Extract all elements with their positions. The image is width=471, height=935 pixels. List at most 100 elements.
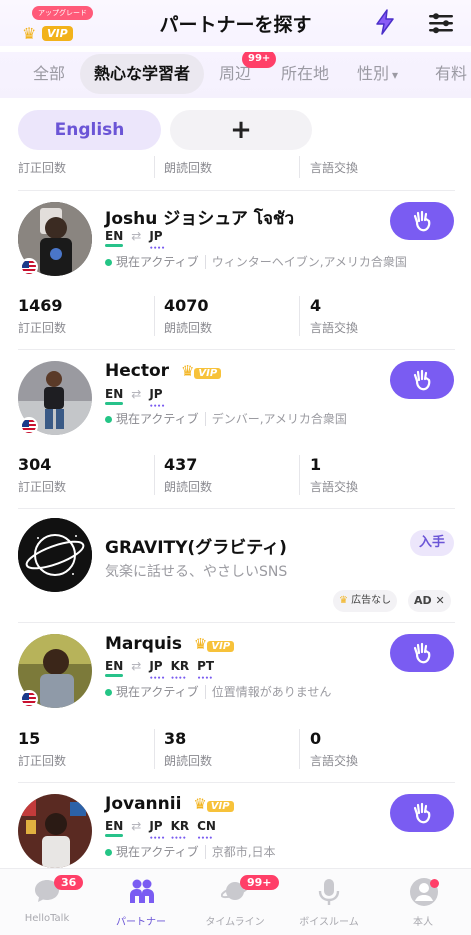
language-pair: EN ⇄ JP <box>105 387 171 410</box>
avatar[interactable] <box>18 794 92 868</box>
us-flag-icon <box>20 417 38 435</box>
partner-card[interactable]: Marquis ♛VIP EN ⇄ JP KR PT 現在アクティブ位置情報がありません… <box>0 622 471 782</box>
nav-label: ボイスルーム <box>299 917 359 928</box>
partner-name: Joshu ジョシュア โจชัว <box>105 209 295 229</box>
nearby-badge: 99+ <box>242 52 277 68</box>
language-pair: EN ⇄ JP <box>105 229 171 252</box>
active-dot-icon <box>105 259 112 266</box>
stat-label-corrections: 訂正回数 <box>18 161 67 175</box>
wave-button[interactable] <box>390 634 454 672</box>
wave-hand-icon <box>413 642 431 664</box>
exchanges-count: 1 <box>310 455 322 474</box>
learning-language: JP <box>149 659 164 682</box>
tab-paid[interactable]: 有料 <box>435 54 467 94</box>
partner-card[interactable]: Jovannii ♛VIP EN ⇄ JP KR CN 現在アクティブ京都市,日本 <box>0 782 471 868</box>
readings-count: 437 <box>164 455 198 474</box>
ad-title: GRAVITY(グラビティ) <box>105 538 287 558</box>
readings-count: 4070 <box>164 296 209 315</box>
nav-label: 本人 <box>413 917 433 928</box>
microphone-icon <box>318 879 340 905</box>
tab-location[interactable]: 所在地 <box>281 54 329 94</box>
active-dot-icon <box>105 416 112 423</box>
wave-button[interactable] <box>390 794 454 832</box>
partner-card[interactable]: Joshu ジョシュア โจชัว EN ⇄ JP 現在アクティブウィンターヘイブン… <box>0 190 471 349</box>
location-text: ウィンターヘイブン,アメリカ合衆国 <box>204 255 407 269</box>
tab-enthusiastic-learners[interactable]: 熱心な学習者 <box>80 54 205 94</box>
swap-icon: ⇄ <box>131 659 142 673</box>
chat-badge: 36 <box>54 875 84 890</box>
bottom-navigation: 36 HelloTalk パートナー 99+ タイムライン ボイスルーム 本人 <box>0 868 471 935</box>
tab-all[interactable]: 全部 <box>33 54 65 94</box>
partner-name-row: Jovannii ♛ VIP <box>105 794 234 814</box>
notification-dot <box>430 879 439 888</box>
native-language: EN <box>105 229 124 247</box>
divider <box>299 296 300 336</box>
ad-card[interactable]: GRAVITY(グラビティ) 気楽に話せる、やさしいSNS 入手 ♛ 広告なし … <box>0 508 471 622</box>
divider <box>299 729 300 769</box>
native-language: EN <box>105 659 124 677</box>
vip-badge: ♛ VIP <box>193 794 234 814</box>
ad-close-button[interactable]: AD ✕ <box>408 590 451 612</box>
tab-gender-label: 性別 <box>357 64 390 83</box>
divider <box>299 455 300 495</box>
page-title: パートナーを探す <box>159 14 312 36</box>
stat-label-exchanges: 言語交換 <box>310 480 359 494</box>
native-language: EN <box>105 387 124 405</box>
remove-ads-button[interactable]: ♛ 広告なし <box>333 590 398 612</box>
partner-card[interactable]: Hector ♛VIP EN ⇄ JP 現在アクティブデンバー,アメリカ合衆国 30… <box>0 349 471 508</box>
get-button[interactable]: 入手 <box>410 530 454 556</box>
wave-hand-icon <box>413 369 431 391</box>
language-filter-english[interactable]: English <box>18 110 161 150</box>
stat-label-readings: 朗読回数 <box>164 161 213 175</box>
lightning-icon[interactable] <box>372 9 398 35</box>
tab-gender[interactable]: 性別 ▾ <box>357 54 398 94</box>
swap-icon: ⇄ <box>131 819 142 833</box>
stat-label-exchanges: 言語交換 <box>310 754 359 768</box>
ad-app-icon[interactable] <box>18 518 92 592</box>
divider <box>154 455 155 495</box>
add-language-button[interactable]: + <box>170 110 312 150</box>
swap-icon: ⇄ <box>131 229 142 243</box>
learning-language: KR <box>171 659 190 682</box>
language-pair: EN ⇄ JP KR CN <box>105 819 224 842</box>
filter-settings-icon[interactable] <box>428 12 454 34</box>
nav-partners[interactable]: パートナー <box>94 869 188 935</box>
nav-label: パートナー <box>116 917 166 928</box>
language-pair: EN ⇄ JP KR PT <box>105 659 222 682</box>
no-ads-label: 広告なし <box>351 595 392 606</box>
wave-button[interactable] <box>390 202 454 240</box>
us-flag-icon <box>20 258 38 276</box>
status-line: 現在アクティブ 位置情報がありません <box>105 683 332 700</box>
learning-language: CN <box>197 819 216 842</box>
nav-voice-room[interactable]: ボイスルーム <box>282 869 376 935</box>
status-line: 現在アクティブ デンバー,アメリカ合衆国 <box>105 410 347 427</box>
divider <box>299 156 300 178</box>
learning-language: PT <box>197 659 214 682</box>
vip-label: VIP <box>207 641 235 652</box>
status-text: 現在アクティブ <box>116 412 199 426</box>
nav-timeline[interactable]: 99+ タイムライン <box>188 869 282 935</box>
nav-label: HelloTalk <box>24 913 70 924</box>
timeline-badge: 99+ <box>240 875 279 890</box>
crown-icon: ♛ <box>193 635 208 653</box>
vip-badge: ♛ VIP <box>193 634 235 654</box>
partner-name: Marquis <box>105 634 182 654</box>
corrections-count: 15 <box>18 729 41 748</box>
partner-name: Hector <box>105 361 170 381</box>
location-text: デンバー,アメリカ合衆国 <box>204 412 347 426</box>
nav-label: タイムライン <box>205 917 265 928</box>
readings-count: 38 <box>164 729 187 748</box>
exchanges-count: 0 <box>310 729 322 748</box>
divider <box>154 156 155 178</box>
partner-name-row: Hector ♛ VIP <box>105 361 222 381</box>
us-flag-icon <box>20 690 38 708</box>
wave-hand-icon <box>413 210 431 232</box>
nav-profile[interactable]: 本人 <box>376 869 470 935</box>
status-line: 現在アクティブ 京都市,日本 <box>105 843 276 860</box>
status-text: 現在アクティブ <box>116 255 199 269</box>
exchanges-count: 4 <box>310 296 322 315</box>
stat-label-readings: 朗読回数 <box>164 754 213 768</box>
wave-button[interactable] <box>390 361 454 399</box>
nav-hellotalk[interactable]: 36 HelloTalk <box>0 869 94 935</box>
chevron-down-icon: ▾ <box>392 68 399 82</box>
